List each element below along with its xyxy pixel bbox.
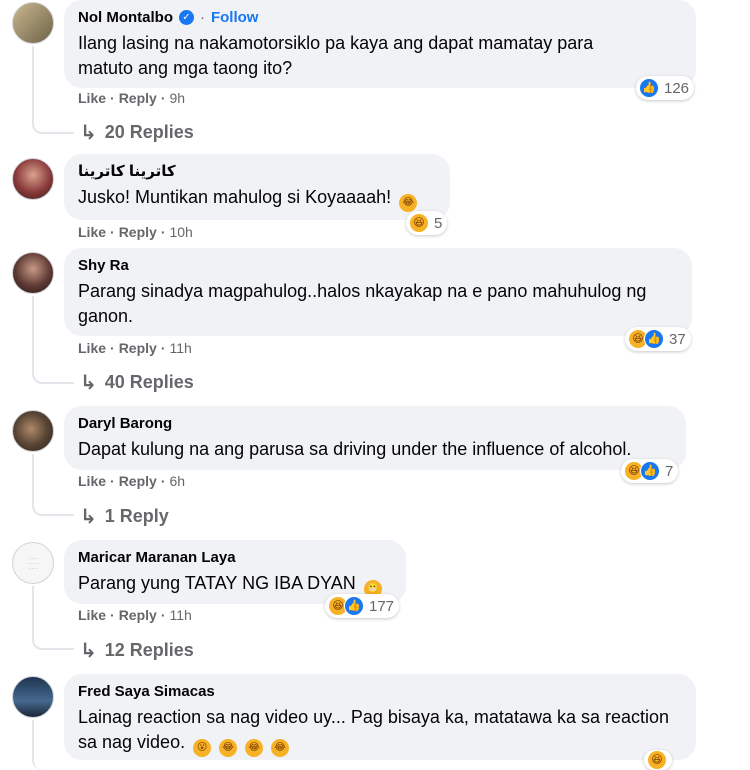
comment-text: Ilang lasing na nakamotorsiklo pa kaya a…: [78, 33, 594, 78]
comment-timestamp[interactable]: 9h: [169, 90, 185, 106]
like-button[interactable]: Like: [78, 224, 106, 240]
reaction-summary[interactable]: 👍 126: [636, 76, 695, 100]
comment-author-row: Daryl Barong: [78, 414, 672, 433]
replies-count-label: 40 Replies: [104, 372, 194, 392]
like-button[interactable]: Like: [78, 473, 106, 489]
thread-connector: [32, 296, 74, 384]
view-replies-button[interactable]: ↳ 1 Reply: [80, 504, 169, 529]
comment-timestamp[interactable]: 6h: [169, 473, 185, 489]
comment-author-row: Shy Ra: [78, 256, 678, 275]
comment-text: Dapat kulung na ang parusa sa driving un…: [78, 439, 632, 459]
comment-author-row: Fred Saya Simacas: [78, 682, 682, 701]
reply-button[interactable]: Reply: [119, 340, 157, 356]
replies-count-label: 12 Replies: [104, 640, 194, 660]
reaction-count: 37: [669, 330, 686, 348]
comment-text: Jusko! Muntikan mahulog si Koyaaaah!: [78, 187, 392, 207]
avatar[interactable]: [12, 410, 54, 452]
reply-arrow-icon: ↳: [80, 506, 97, 528]
reply-arrow-icon: ↳: [80, 122, 97, 144]
thread-connector: [32, 586, 74, 650]
comment-author[interactable]: Daryl Barong: [78, 414, 172, 433]
laughing-face-icon: 😂: [219, 739, 238, 757]
comment-text: Lainag reaction sa nag video uy... Pag b…: [78, 707, 670, 752]
reply-button[interactable]: Reply: [119, 90, 157, 106]
comment-timestamp[interactable]: 10h: [169, 224, 192, 240]
reply-button[interactable]: Reply: [119, 473, 157, 489]
comment-text: Parang sinadya magpahulog..halos nkayaka…: [78, 281, 647, 326]
comment-author[interactable]: Maricar Maranan Laya: [78, 548, 236, 567]
comment-text: Parang yung TATAY NG IBA DYAN: [78, 573, 356, 593]
reaction-count: 177: [369, 597, 395, 615]
avatar[interactable]: [12, 2, 54, 44]
comment-bubble: Shy Ra Parang sinadya magpahulog..halos …: [64, 248, 692, 336]
reply-arrow-icon: ↳: [80, 640, 97, 662]
reaction-summary[interactable]: 😆 👍 177: [325, 594, 400, 618]
laughing-face-icon: 😂: [271, 739, 290, 757]
comment-bubble: Fred Saya Simacas Lainag reaction sa nag…: [64, 674, 696, 760]
view-replies-button[interactable]: ↳ 40 Replies: [80, 370, 194, 395]
comment-author[interactable]: كاترينا كاترينا: [78, 162, 176, 181]
comment-actions: Like · Reply · 6h: [78, 473, 186, 489]
comment-author[interactable]: Nol Montalbo: [78, 8, 173, 27]
reaction-count: 126: [664, 79, 690, 97]
thumbs-up-icon: 👍: [640, 461, 660, 481]
laughing-face-icon: 😂: [245, 739, 264, 757]
comment-timestamp[interactable]: 11h: [169, 607, 191, 623]
like-button[interactable]: Like: [78, 340, 106, 356]
comment-bubble: Daryl Barong Dapat kulung na ang parusa …: [64, 406, 686, 470]
comment-text-row: Lainag reaction sa nag video uy... Pag b…: [78, 705, 678, 757]
reaction-summary[interactable]: 😆: [644, 750, 672, 770]
thumbs-up-icon: 👍: [639, 78, 659, 98]
thread-connector: [32, 720, 74, 770]
comment-actions: Like · Reply · 11h: [78, 607, 192, 623]
reply-button[interactable]: Reply: [119, 224, 157, 240]
thread-connector: [32, 454, 74, 516]
verified-badge-icon: ✓: [178, 10, 194, 25]
replies-count-label: 20 Replies: [104, 122, 194, 142]
comment-actions: Like · Reply · 10h: [78, 224, 193, 240]
comment-bubble: Nol Montalbo ✓ · Follow Ilang lasing na …: [64, 0, 696, 88]
reaction-summary[interactable]: 😆 👍 37: [625, 327, 691, 351]
astonished-face-icon: 😮: [193, 739, 212, 757]
comment-author-row: Maricar Maranan Laya: [78, 548, 392, 567]
avatar[interactable]: ~ ~ ~ ~ ~ ~ ~ ~ ~ ~: [12, 542, 54, 584]
reply-button[interactable]: Reply: [119, 607, 157, 623]
like-button[interactable]: Like: [78, 90, 106, 106]
like-button[interactable]: Like: [78, 607, 106, 623]
comment-author-row: كاترينا كاترينا: [78, 162, 436, 181]
comment-text-row: Jusko! Muntikan mahulog si Koyaaaah! 😂: [78, 185, 436, 212]
thumbs-up-icon: 👍: [344, 596, 364, 616]
view-replies-button[interactable]: ↳ 20 Replies: [80, 120, 194, 145]
laughing-face-icon: 😂: [399, 194, 418, 212]
comment-timestamp[interactable]: 11h: [169, 340, 191, 356]
avatar-logo-text: ~ ~ ~ ~ ~ ~ ~ ~ ~ ~: [26, 556, 40, 571]
reaction-summary[interactable]: 😆 5: [406, 211, 448, 235]
comment-author-row: Nol Montalbo ✓ · Follow: [78, 8, 682, 27]
comment-actions: Like · Reply · 9h: [78, 90, 186, 106]
avatar[interactable]: [12, 252, 54, 294]
comment-actions: Like · Reply · 11h: [78, 340, 192, 356]
replies-count-label: 1 Reply: [104, 506, 169, 526]
reply-arrow-icon: ↳: [80, 372, 97, 394]
laughing-face-icon: 😆: [409, 213, 429, 233]
thread-connector: [32, 46, 74, 134]
follow-link[interactable]: Follow: [211, 8, 259, 27]
avatar[interactable]: [12, 676, 54, 718]
reaction-count: 7: [665, 462, 674, 480]
separator-dot: ·: [199, 9, 205, 26]
avatar[interactable]: [12, 158, 54, 200]
comment-author[interactable]: Shy Ra: [78, 256, 129, 275]
reaction-count: 5: [434, 214, 443, 232]
laughing-face-icon: 😆: [647, 750, 667, 770]
comment-bubble: كاترينا كاترينا Jusko! Muntikan mahulog …: [64, 154, 450, 220]
view-replies-button[interactable]: ↳ 12 Replies: [80, 638, 194, 663]
thumbs-up-icon: 👍: [644, 329, 664, 349]
comment-author[interactable]: Fred Saya Simacas: [78, 682, 215, 701]
reaction-summary[interactable]: 😆 👍 7: [621, 459, 679, 483]
